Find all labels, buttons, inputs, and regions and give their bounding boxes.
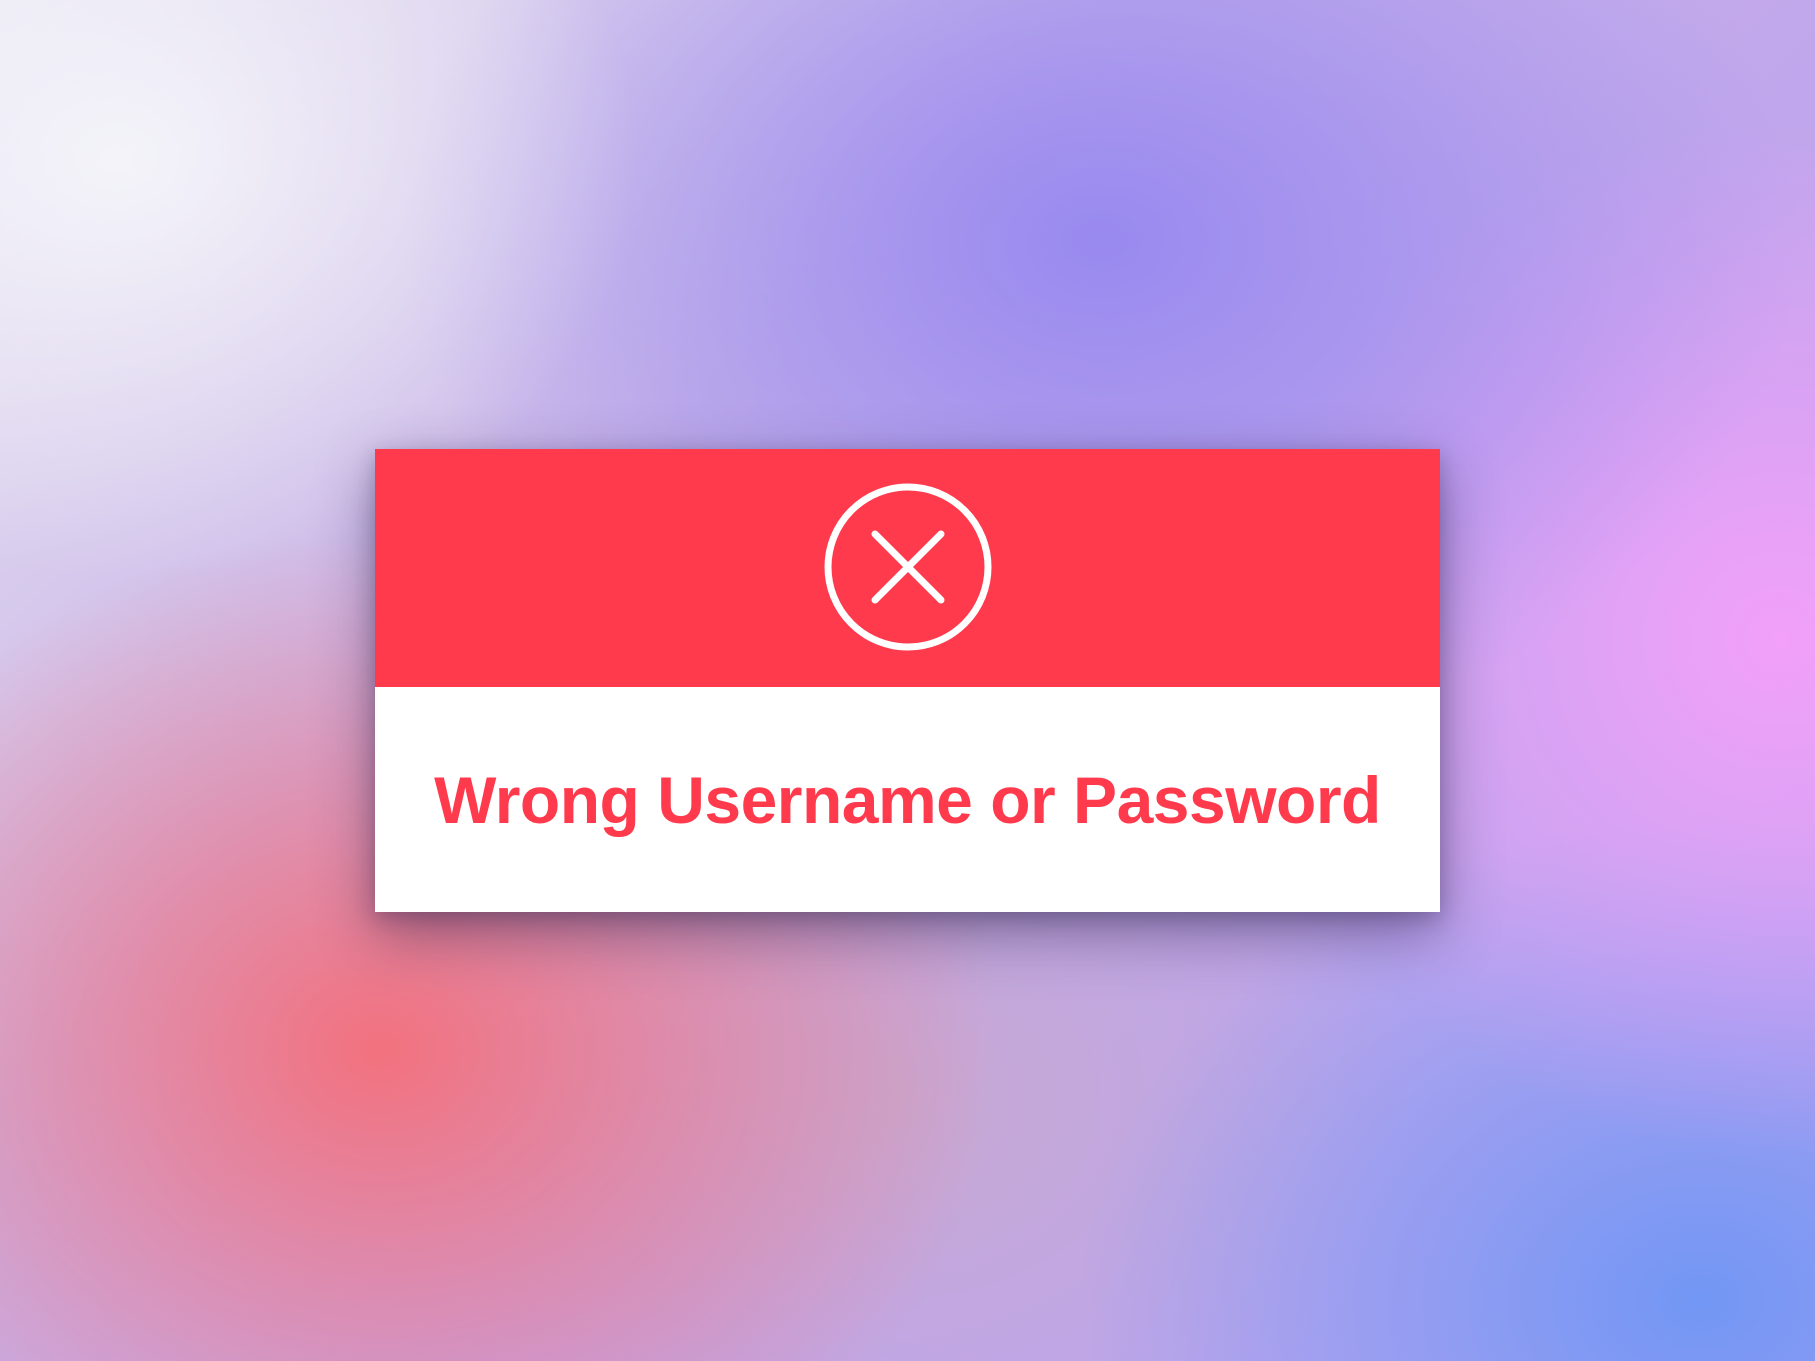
dialog-header <box>375 449 1440 687</box>
dialog-body: Wrong Username or Password <box>375 687 1440 912</box>
error-dialog: Wrong Username or Password <box>375 449 1440 912</box>
error-message: Wrong Username or Password <box>434 763 1381 837</box>
close-circle-icon <box>824 483 992 651</box>
